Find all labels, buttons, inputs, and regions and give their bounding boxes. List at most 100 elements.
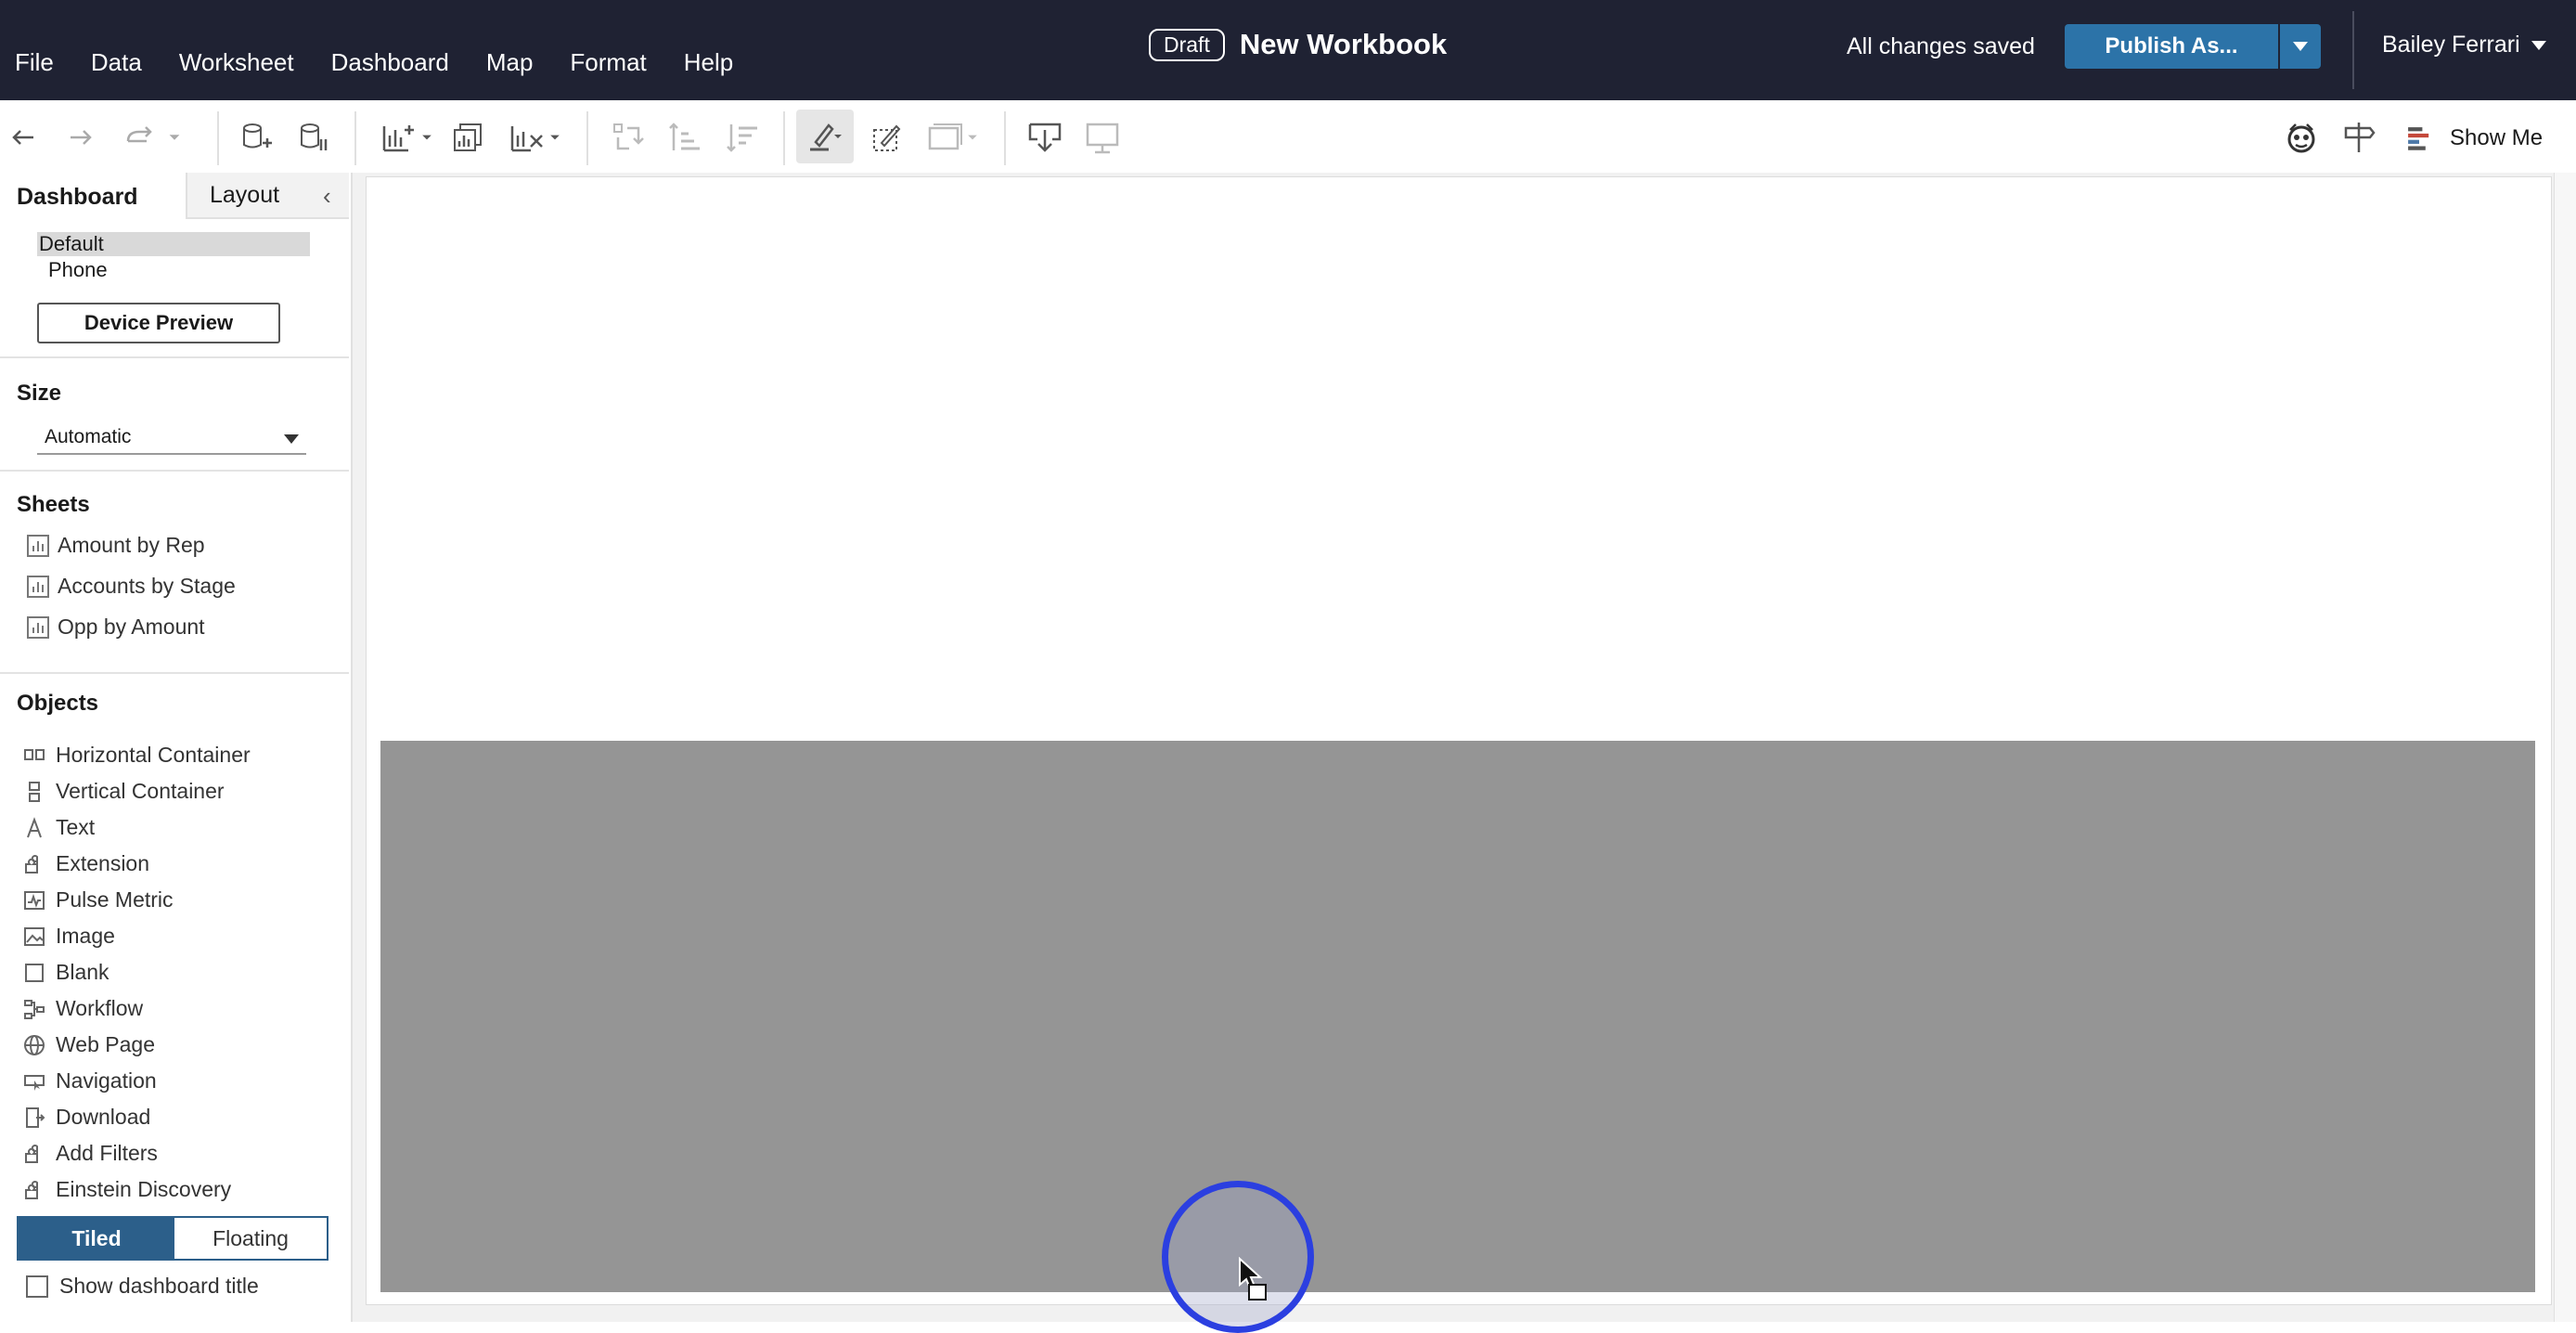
object-horizontal-container[interactable]: Horizontal Container	[22, 743, 251, 768]
worksheet-icon	[27, 534, 49, 557]
size-dropdown[interactable]: Automatic	[37, 421, 306, 455]
menu-file[interactable]: File	[15, 48, 54, 77]
chevron-down-icon	[968, 135, 977, 140]
publish-as-button[interactable]: Publish As...	[2065, 24, 2278, 69]
presentation-mode-button[interactable]	[1082, 117, 1123, 158]
sheet-label: Amount by Rep	[58, 533, 205, 557]
download-icon	[1028, 123, 1062, 152]
show-title-checkbox[interactable]	[26, 1275, 48, 1298]
menu-data[interactable]: Data	[91, 48, 142, 77]
menu-map[interactable]: Map	[486, 48, 534, 77]
object-label: Einstein Discovery	[56, 1177, 232, 1201]
drop-zone-highlight[interactable]	[380, 741, 2535, 1292]
show-me-icon	[2408, 127, 2429, 150]
object-einstein-discovery[interactable]: Einstein Discovery	[22, 1177, 231, 1202]
swap-icon	[613, 123, 644, 150]
object-vertical-container[interactable]: Vertical Container	[22, 779, 225, 804]
menu-worksheet[interactable]: Worksheet	[179, 48, 294, 77]
fit-button[interactable]	[924, 117, 965, 158]
fit-dropdown[interactable]	[963, 117, 982, 158]
show-dashboard-title-option[interactable]: Show dashboard title	[26, 1274, 259, 1299]
undo-button[interactable]	[4, 117, 45, 158]
fit-icon	[928, 123, 962, 150]
device-default[interactable]: Default	[37, 232, 310, 256]
replay-button[interactable]	[119, 117, 160, 158]
workbook-title[interactable]: New Workbook	[1240, 28, 1447, 61]
user-menu[interactable]: Bailey Ferrari	[2382, 32, 2546, 58]
chevron-down-icon	[284, 434, 299, 444]
menu-format[interactable]: Format	[570, 48, 646, 77]
object-extension[interactable]: Extension	[22, 851, 149, 876]
show-me-button[interactable]: Show Me	[2403, 123, 2543, 154]
sheets-title: Sheets	[17, 492, 90, 517]
duplicate-button[interactable]	[447, 117, 488, 158]
label-marks-button[interactable]	[867, 117, 908, 158]
scrollbar-track[interactable]	[2554, 173, 2576, 1322]
sort-ascending-icon	[669, 123, 700, 150]
publish-group: Publish As...	[2065, 24, 2321, 69]
text-icon	[27, 816, 42, 837]
presentation-icon	[1086, 123, 1119, 154]
toolbar-divider	[217, 111, 219, 165]
object-workflow[interactable]: Workflow	[22, 996, 143, 1021]
download-button[interactable]	[1024, 117, 1065, 158]
tiled-button[interactable]: Tiled	[19, 1218, 174, 1259]
collapse-panel-icon[interactable]: ‹	[323, 182, 331, 211]
object-label: Vertical Container	[56, 779, 225, 803]
sheet-item[interactable]: Accounts by Stage	[26, 574, 236, 599]
pause-updates-button[interactable]	[293, 117, 334, 158]
object-download[interactable]: Download	[22, 1105, 150, 1130]
new-data-source-icon	[243, 123, 272, 149]
object-label: Add Filters	[56, 1141, 158, 1165]
object-label: Image	[56, 924, 115, 948]
undo-icon	[12, 130, 33, 145]
clear-sheet-dropdown[interactable]	[546, 117, 564, 158]
menu-dashboard[interactable]: Dashboard	[331, 48, 449, 77]
show-me-label: Show Me	[2450, 125, 2544, 150]
einstein-icon	[2287, 123, 2315, 153]
size-title: Size	[17, 381, 62, 406]
web-page-icon	[24, 1034, 45, 1055]
redo-icon	[71, 130, 92, 145]
einstein-discovery-icon	[25, 1180, 38, 1199]
object-label: Web Page	[56, 1032, 155, 1056]
device-preview-button[interactable]: Device Preview	[37, 303, 280, 343]
sheet-item[interactable]: Opp by Amount	[26, 615, 205, 640]
object-blank[interactable]: Blank	[22, 960, 109, 985]
tab-dashboard[interactable]: Dashboard	[0, 173, 184, 221]
highlight-button[interactable]	[796, 110, 854, 163]
device-phone[interactable]: Phone	[48, 258, 108, 282]
redo-button[interactable]	[59, 117, 100, 158]
new-worksheet-dropdown[interactable]	[418, 117, 436, 158]
new-data-source-button[interactable]	[236, 117, 277, 158]
sheet-item[interactable]: Amount by Rep	[26, 533, 205, 558]
object-add-filters[interactable]: Add Filters	[22, 1141, 158, 1166]
clear-sheet-button[interactable]	[507, 117, 547, 158]
object-pulse-metric[interactable]: Pulse Metric	[22, 887, 174, 912]
object-image[interactable]: Image	[22, 924, 115, 949]
divider	[2352, 11, 2354, 89]
publish-dropdown-button[interactable]	[2280, 24, 2321, 69]
chevron-down-icon	[2293, 42, 2308, 51]
new-worksheet-button[interactable]	[379, 117, 419, 158]
chevron-down-icon	[169, 135, 180, 140]
object-web-page[interactable]: Web Page	[22, 1032, 155, 1057]
show-title-label: Show dashboard title	[59, 1274, 259, 1298]
replay-dropdown[interactable]	[163, 117, 186, 158]
new-worksheet-icon	[382, 125, 414, 152]
menu-help[interactable]: Help	[684, 48, 733, 77]
format-workbook-button[interactable]	[2338, 117, 2379, 158]
chevron-down-icon	[2531, 40, 2546, 50]
sort-descending-button[interactable]	[722, 117, 763, 158]
object-text[interactable]: Text	[22, 815, 95, 840]
object-label: Download	[56, 1105, 151, 1129]
sort-ascending-button[interactable]	[664, 117, 705, 158]
object-navigation[interactable]: Navigation	[22, 1068, 157, 1094]
floating-button[interactable]: Floating	[174, 1218, 327, 1259]
einstein-button[interactable]	[2281, 117, 2322, 158]
draft-badge: Draft	[1149, 28, 1225, 61]
swap-rows-columns-button[interactable]	[607, 117, 648, 158]
size-value: Automatic	[45, 426, 132, 447]
chevron-down-icon	[550, 135, 560, 140]
replay-icon	[126, 126, 152, 143]
